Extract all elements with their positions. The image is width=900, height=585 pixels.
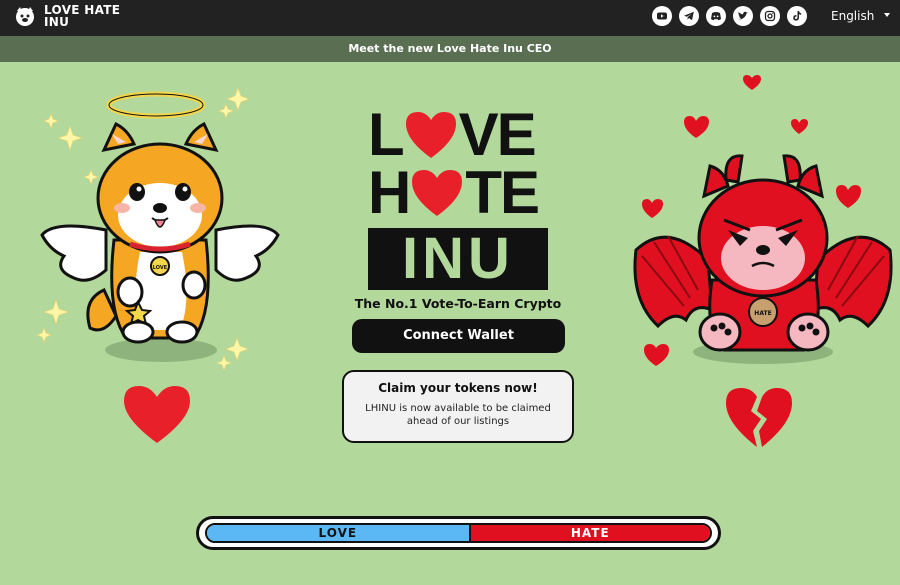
love-hate-vote-bar: LOVE HATE <box>196 516 721 550</box>
claim-tokens-card[interactable]: Claim your tokens now! LHINU is now avai… <box>342 370 574 443</box>
instagram-icon[interactable] <box>760 6 780 26</box>
vote-love-button[interactable]: LOVE <box>207 525 469 541</box>
brand-line-2: INU <box>44 15 70 29</box>
vote-hate-button[interactable]: HATE <box>468 525 710 541</box>
sparkle-icon <box>218 103 234 119</box>
heart-icon <box>412 170 463 216</box>
twitter-icon[interactable] <box>733 6 753 26</box>
broken-heart-icon <box>644 344 669 366</box>
chevron-down-icon[interactable] <box>884 13 890 17</box>
brand-name: LOVE HATE INU <box>44 4 120 28</box>
telegram-icon[interactable] <box>679 6 699 26</box>
social-links <box>652 6 814 26</box>
broken-heart-icon <box>642 199 663 218</box>
sparkle-icon <box>43 113 59 129</box>
connect-wallet-button[interactable]: Connect Wallet <box>352 319 565 353</box>
claim-title: Claim your tokens now! <box>378 381 538 395</box>
devil-dog-illustration: HATE <box>633 75 893 366</box>
heart-icon <box>124 386 190 443</box>
broken-heart-icon <box>791 119 808 134</box>
logo-letter: L <box>368 101 405 168</box>
broken-heart-icon <box>684 116 709 138</box>
broken-heart-icon <box>726 388 792 447</box>
dog-logo-icon <box>16 7 34 26</box>
tiktok-icon[interactable] <box>787 6 807 26</box>
sparkle-icon <box>83 169 99 185</box>
heart-icon <box>405 112 456 158</box>
logo-letter: H <box>368 159 411 226</box>
sparkle-icon <box>36 327 52 343</box>
youtube-icon[interactable] <box>652 6 672 26</box>
logo-row-hate: H TE <box>368 159 548 226</box>
broken-heart-icon <box>743 75 761 90</box>
angel-dog-illustration: LOVE <box>36 87 280 371</box>
vote-bar-track: LOVE HATE <box>205 523 712 543</box>
sparkle-icon <box>225 337 249 361</box>
announcement-banner[interactable]: Meet the new Love Hate Inu CEO <box>0 36 900 62</box>
sparkle-icon <box>216 355 232 371</box>
top-nav: LOVE HATE INU English <box>0 0 900 36</box>
logo-letters: VE <box>458 101 537 168</box>
brand[interactable]: LOVE HATE INU <box>14 4 120 28</box>
discord-icon[interactable] <box>706 6 726 26</box>
love-badge: LOVE <box>153 265 168 271</box>
broken-heart-icon <box>836 185 861 208</box>
hate-badge: HATE <box>754 310 771 317</box>
logo-letters: TE <box>465 159 540 226</box>
claim-text: LHINU is now available to be claimed ahe… <box>365 403 551 427</box>
language-selector[interactable]: English <box>831 9 874 23</box>
tagline: The No.1 Vote-To-Earn Crypto <box>354 296 562 311</box>
sparkle-icon <box>43 299 69 325</box>
logo-inu: INU <box>368 228 548 290</box>
logo-row-love: L VE <box>368 101 548 168</box>
sparkle-icon <box>226 87 250 111</box>
love-hate-inu-logo: L VE H TE INU <box>368 101 548 290</box>
sparkle-icon <box>57 125 83 151</box>
